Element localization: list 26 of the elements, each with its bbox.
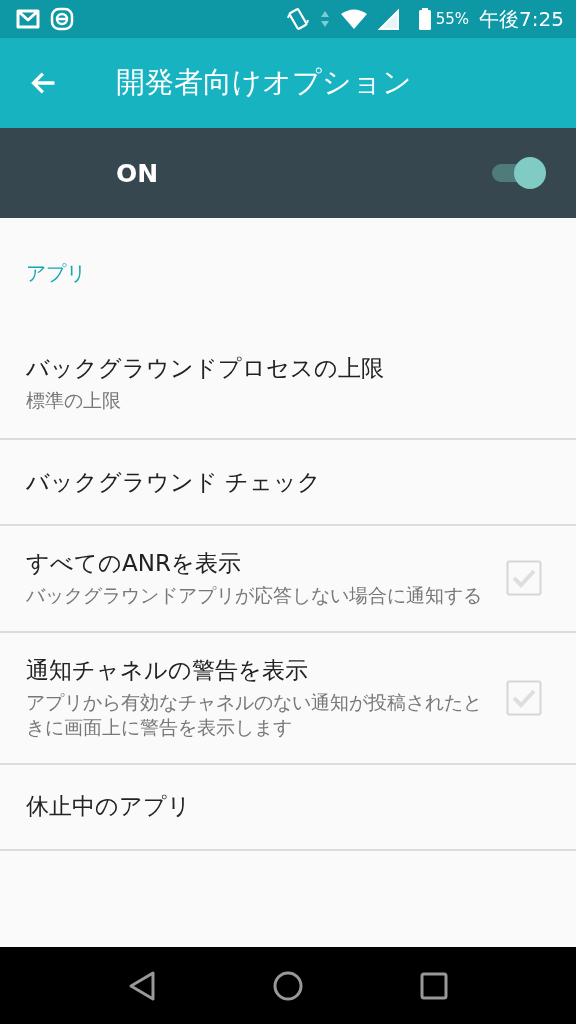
setting-title: すべてのANRを表示 bbox=[26, 549, 242, 578]
setting-item[interactable]: バックグラウンド チェック bbox=[0, 440, 576, 526]
mail-icon bbox=[16, 9, 40, 29]
home-icon[interactable] bbox=[272, 969, 304, 1002]
vibrate-icon bbox=[285, 7, 310, 31]
back-icon[interactable] bbox=[128, 969, 156, 1002]
setting-title: バックグラウンドプロセスの上限 bbox=[26, 353, 385, 383]
setting-item[interactable]: 休止中のアプリ bbox=[0, 764, 576, 851]
setting-title: バックグラウンド チェック bbox=[26, 467, 323, 497]
screen-title: 開発者向けオプション bbox=[116, 64, 412, 101]
battery-icon bbox=[417, 7, 432, 31]
recents-icon[interactable] bbox=[420, 971, 448, 1000]
switch-label: ON bbox=[116, 158, 159, 188]
signal-icon bbox=[377, 8, 400, 30]
setting-summary: アプリから有効なチャネルのない通知が投稿されたときに画面上に警告を表示します bbox=[26, 689, 482, 741]
setting-summary: 標準の上限 bbox=[26, 387, 122, 413]
setting-title: 通知チャネルの警告を表示 bbox=[26, 655, 309, 685]
battery-percent: 55% bbox=[435, 10, 470, 28]
section-header: アプリ bbox=[25, 260, 87, 287]
setting-title: 休止中のアプリ bbox=[26, 792, 192, 822]
wifi-icon bbox=[339, 8, 368, 30]
clock: 午後7:25 bbox=[479, 5, 564, 33]
setting-summary: バックグラウンドアプリが応答しない場合に通知する bbox=[26, 583, 482, 608]
data-arrows-icon bbox=[319, 9, 330, 29]
toggle-switch[interactable] bbox=[492, 155, 546, 191]
setting-item[interactable]: バックグラウンドプロセスの上限 標準の上限 bbox=[0, 328, 576, 440]
